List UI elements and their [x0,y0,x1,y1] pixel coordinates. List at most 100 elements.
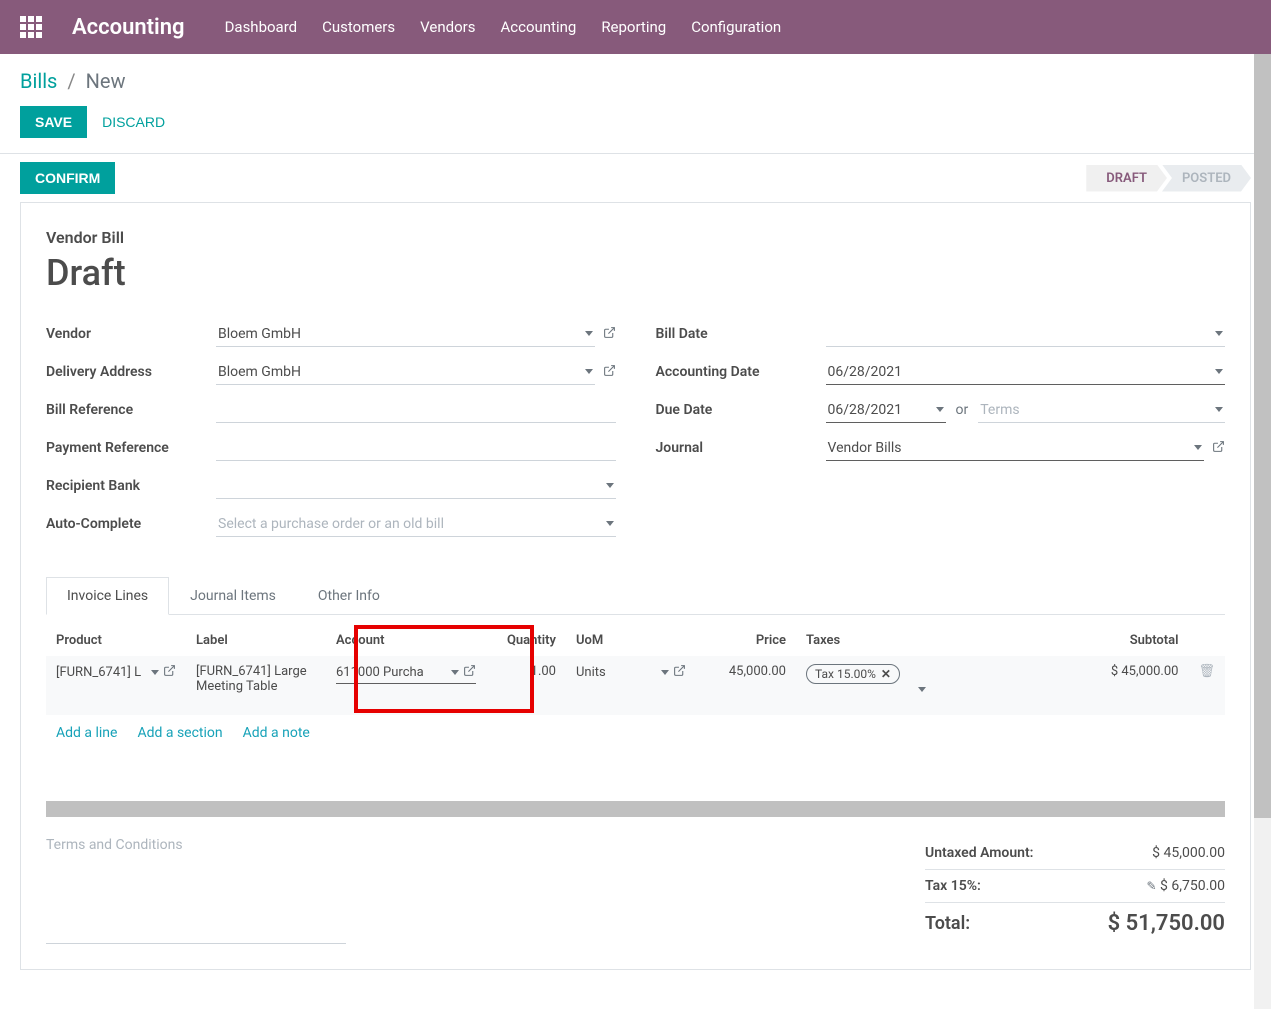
breadcrumb-current: New [86,69,126,93]
add-section-link[interactable]: Add a section [137,725,222,741]
pencil-icon[interactable]: ✎ [1146,879,1156,893]
form-subtitle: Vendor Bill [46,228,1225,247]
nav-vendors[interactable]: Vendors [420,18,475,36]
journal-input[interactable]: Vendor Bills [826,435,1205,461]
chevron-down-icon [606,483,614,488]
trash-icon[interactable]: 🗑 [1198,664,1215,679]
vendor-label: Vendor [46,326,216,342]
statusbar: DRAFT POSTED [1086,165,1251,192]
auto-label: Auto-Complete [46,516,216,532]
price-cell[interactable]: 45,000.00 [696,656,796,715]
horizontal-scrollbar[interactable] [46,801,1225,817]
external-link-icon[interactable] [673,664,686,681]
breadcrumb-sep: / [67,69,75,93]
nav-dashboard[interactable]: Dashboard [225,18,298,36]
tax-value: $ 6,750.00 [1160,878,1225,894]
nav-configuration[interactable]: Configuration [691,18,781,36]
subtotal-cell: $ 45,000.00 [936,656,1188,715]
taxes-cell[interactable]: Tax 15.00%✕ [806,664,926,707]
chevron-down-icon [661,670,669,675]
external-link-icon[interactable] [603,326,616,343]
col-account: Account [326,625,486,656]
tab-other-info[interactable]: Other Info [297,577,401,615]
payref-input[interactable] [216,435,616,461]
app-title: Accounting [72,15,185,40]
discard-button[interactable]: DISCARD [102,114,165,130]
tab-journal-items[interactable]: Journal Items [169,577,297,615]
chevron-down-icon [1215,369,1223,374]
save-button[interactable]: SAVE [20,106,87,138]
label-cell[interactable]: [FURN_6741] Large Meeting Table [186,656,326,715]
external-link-icon[interactable] [163,664,176,681]
billdate-label: Bill Date [656,326,826,342]
col-uom: UoM [566,625,696,656]
chevron-down-icon [1215,407,1223,412]
untaxed-value: $ 45,000.00 [1152,845,1225,861]
totals: Untaxed Amount: $ 45,000.00 Tax 15%: ✎ $ 6… [925,837,1225,944]
external-link-icon[interactable] [463,664,476,681]
tax-label: Tax 15%: [925,878,981,894]
chevron-down-icon [1215,331,1223,336]
chevron-down-icon [918,687,926,707]
chevron-down-icon [1194,445,1202,450]
total-value: $ 51,750.00 [1108,911,1225,936]
table-row: [FURN_6741] L [FURN_6741] Large Meeting … [46,656,1225,715]
product-cell[interactable]: [FURN_6741] L [56,664,176,681]
accdate-label: Accounting Date [656,364,826,380]
delivery-input[interactable]: Bloem GmbH [216,359,595,385]
chevron-down-icon [451,670,459,675]
nav-reporting[interactable]: Reporting [601,18,666,36]
col-label: Label [186,625,326,656]
payref-label: Payment Reference [46,440,216,456]
form-title: Draft [46,252,1225,294]
journal-label: Journal [656,440,826,456]
form-sheet: Vendor Bill Draft Vendor Bloem GmbH Deli… [20,202,1251,970]
auto-input[interactable]: Select a purchase order or an old bill [216,511,616,537]
bank-label: Recipient Bank [46,478,216,494]
billdate-input[interactable] [826,321,1226,347]
accdate-input[interactable]: 06/28/2021 [826,359,1226,385]
total-label: Total: [925,911,970,936]
external-link-icon[interactable] [1212,440,1225,457]
invoice-lines-table: Product Label Account Quantity UoM Price… [46,625,1225,715]
nav-accounting[interactable]: Accounting [500,18,576,36]
chevron-down-icon [151,670,159,675]
chevron-down-icon [585,331,593,336]
external-link-icon[interactable] [603,364,616,381]
delivery-label: Delivery Address [46,364,216,380]
bank-input[interactable] [216,473,616,499]
uom-cell[interactable]: Units [576,664,686,681]
nav-customers[interactable]: Customers [322,18,395,36]
untaxed-label: Untaxed Amount: [925,845,1034,861]
chevron-down-icon [585,369,593,374]
duedate-label: Due Date [656,402,826,418]
chevron-down-icon [936,407,944,412]
top-nav-bar: Accounting Dashboard Customers Vendors A… [0,0,1271,54]
terms-input[interactable]: Terms [978,398,1225,423]
col-subtotal: Subtotal [936,625,1188,656]
col-price: Price [696,625,796,656]
tab-invoice-lines[interactable]: Invoice Lines [46,577,169,615]
breadcrumb: Bills / New [0,54,1271,98]
col-product: Product [46,625,186,656]
quantity-cell[interactable]: 1.00 [486,656,566,715]
status-posted[interactable]: POSTED [1162,165,1251,192]
add-note-link[interactable]: Add a note [243,725,310,741]
apps-icon[interactable] [20,16,42,38]
terms-input[interactable]: Terms and Conditions [46,837,346,944]
vertical-scrollbar[interactable] [1254,54,1271,1009]
col-quantity: Quantity [486,625,566,656]
vendor-input[interactable]: Bloem GmbH [216,321,595,347]
add-line-link[interactable]: Add a line [56,725,117,741]
billref-label: Bill Reference [46,402,216,418]
breadcrumb-parent[interactable]: Bills [20,69,57,93]
duedate-input[interactable]: 06/28/2021 [826,398,946,423]
remove-tax-icon[interactable]: ✕ [881,667,891,681]
confirm-button[interactable]: CONFIRM [20,162,115,194]
status-draft[interactable]: DRAFT [1086,165,1167,192]
chevron-down-icon [606,521,614,526]
col-taxes: Taxes [796,625,936,656]
account-cell[interactable]: 611000 Purcha [336,664,476,684]
billref-input[interactable] [216,397,616,423]
or-label: or [956,402,969,418]
